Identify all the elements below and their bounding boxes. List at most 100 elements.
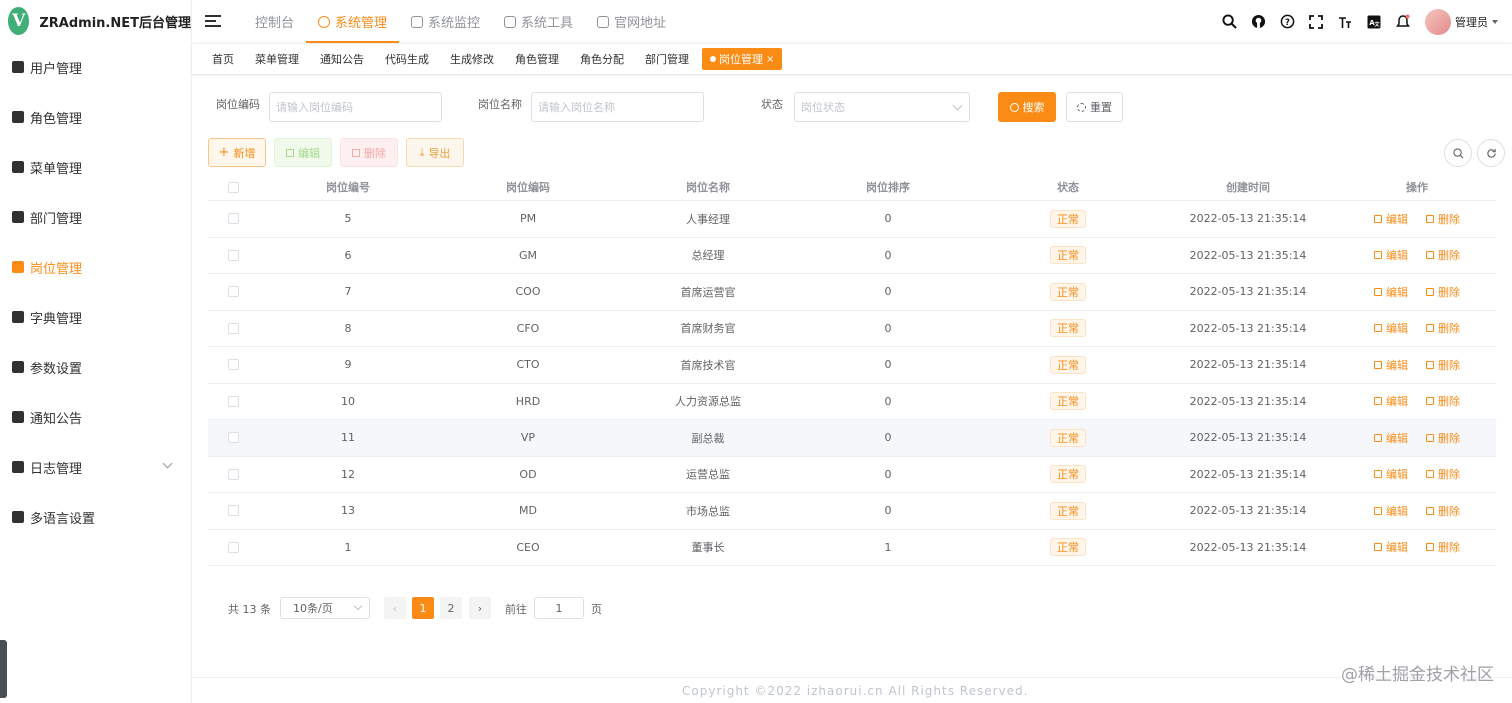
row-delete-button[interactable]: 删除 — [1426, 320, 1460, 336]
topnav-item-4[interactable]: 官网地址 — [585, 0, 678, 43]
tag-1[interactable]: 菜单管理 — [247, 48, 307, 70]
goto-page-input[interactable]: 1 — [534, 597, 584, 619]
reset-button[interactable]: 重置 — [1066, 92, 1123, 122]
status-select[interactable]: 岗位状态 — [794, 92, 970, 122]
table-row[interactable]: 10 HRD 人力资源总监 0 正常 2022-05-13 21:35:14 编辑 删除 — [208, 384, 1496, 420]
font-size-icon[interactable] — [1337, 14, 1353, 30]
table-row[interactable]: 1 CEO 董事长 1 正常 2022-05-13 21:35:14 编辑 删除 — [208, 530, 1496, 566]
topnav-item-1[interactable]: 系统管理 — [306, 0, 400, 43]
row-edit-button[interactable]: 编辑 — [1374, 393, 1408, 409]
tag-8[interactable]: 岗位管理 × — [702, 48, 783, 70]
row-delete-button[interactable]: 删除 — [1426, 430, 1460, 446]
row-delete-button[interactable]: 删除 — [1426, 357, 1460, 373]
prev-page-button[interactable]: ‹ — [384, 597, 406, 619]
row-edit-button[interactable]: 编辑 — [1374, 539, 1408, 555]
tag-6[interactable]: 角色分配 — [572, 48, 632, 70]
row-delete-button[interactable]: 删除 — [1426, 466, 1460, 482]
row-checkbox[interactable] — [227, 213, 239, 225]
row-checkbox[interactable] — [227, 432, 239, 444]
post-name-input[interactable]: 请输入岗位名称 — [531, 92, 704, 122]
page-2-button[interactable]: 2 — [440, 597, 462, 619]
row-delete-button[interactable]: 删除 — [1426, 393, 1460, 409]
page-size-select[interactable]: 10条/页 — [280, 597, 370, 619]
table-row[interactable]: 5 PM 人事经理 0 正常 2022-05-13 21:35:14 编辑 删除 — [208, 201, 1496, 238]
export-button[interactable]: ⤓ 导出 — [406, 138, 464, 167]
row-delete-button[interactable]: 删除 — [1426, 503, 1460, 519]
row-edit-button[interactable]: 编辑 — [1374, 284, 1408, 300]
tag-2[interactable]: 通知公告 — [312, 48, 372, 70]
sidebar-item-6[interactable]: 参数设置 — [0, 342, 191, 392]
sidebar-item-2[interactable]: 菜单管理 — [0, 142, 191, 192]
toggle-search-button[interactable] — [1444, 139, 1472, 167]
row-edit-button[interactable]: 编辑 — [1374, 357, 1408, 373]
row-edit-button[interactable]: 编辑 — [1374, 320, 1408, 336]
tag-4[interactable]: 生成修改 — [442, 48, 502, 70]
language-icon[interactable]: A文 — [1366, 14, 1382, 30]
table-row[interactable]: 11 VP 副总裁 0 正常 2022-05-13 21:35:14 编辑 删除 — [208, 420, 1496, 457]
row-edit-button[interactable]: 编辑 — [1374, 503, 1408, 519]
header-post-sort[interactable]: 岗位排序 — [798, 174, 978, 200]
header-post-id[interactable]: 岗位编号 — [258, 174, 438, 200]
sidebar-item-5[interactable]: 字典管理 — [0, 292, 191, 342]
search-button[interactable]: 搜索 — [998, 92, 1056, 122]
table-row[interactable]: 12 OD 运营总监 0 正常 2022-05-13 21:35:14 编辑 删除 — [208, 457, 1496, 493]
header-status[interactable]: 状态 — [978, 174, 1158, 200]
tag-3[interactable]: 代码生成 — [377, 48, 437, 70]
row-delete-button[interactable]: 删除 — [1426, 539, 1460, 555]
row-checkbox[interactable] — [227, 505, 239, 517]
row-edit-button[interactable]: 编辑 — [1374, 466, 1408, 482]
row-checkbox[interactable] — [227, 359, 239, 371]
header-post-code[interactable]: 岗位编码 — [438, 174, 618, 200]
fullscreen-icon[interactable] — [1308, 14, 1324, 30]
topnav-item-0[interactable]: 控制台 — [243, 0, 306, 43]
avatar[interactable] — [1425, 8, 1451, 35]
bell-icon[interactable] — [1395, 14, 1411, 30]
sidebar-item-0[interactable]: 用户管理 — [0, 42, 191, 92]
delete-button[interactable]: 删除 — [340, 138, 398, 167]
row-checkbox[interactable] — [227, 468, 239, 480]
sidebar-item-8[interactable]: 日志管理 — [0, 442, 191, 492]
header-created-time[interactable]: 创建时间 — [1158, 174, 1338, 200]
row-edit-button[interactable]: 编辑 — [1374, 211, 1408, 227]
row-checkbox[interactable] — [227, 322, 239, 334]
refresh-table-button[interactable] — [1477, 139, 1505, 167]
row-delete-button[interactable]: 删除 — [1426, 284, 1460, 300]
post-code-input[interactable]: 请输入岗位编码 — [269, 92, 442, 122]
table-row[interactable]: 9 CTO 首席技术官 0 正常 2022-05-13 21:35:14 编辑 删除 — [208, 347, 1496, 384]
row-checkbox[interactable] — [227, 286, 239, 298]
sidebar-item-9[interactable]: 多语言设置 — [0, 492, 191, 542]
row-edit-button[interactable]: 编辑 — [1374, 430, 1408, 446]
row-checkbox[interactable] — [227, 541, 239, 553]
github-icon[interactable] — [1250, 14, 1266, 30]
tag-0[interactable]: 首页 — [204, 48, 242, 70]
row-edit-button[interactable]: 编辑 — [1374, 247, 1408, 263]
table-row[interactable]: 7 COO 首席运营官 0 正常 2022-05-13 21:35:14 编辑 删除 — [208, 274, 1496, 311]
tag-7[interactable]: 部门管理 — [637, 48, 697, 70]
edit-button[interactable]: 编辑 — [274, 138, 332, 167]
username[interactable]: 管理员 — [1455, 14, 1488, 30]
page-1-button[interactable]: 1 — [412, 597, 434, 619]
table-row[interactable]: 8 CFO 首席财务官 0 正常 2022-05-13 21:35:14 编辑 删除 — [208, 311, 1496, 347]
sidebar-item-7[interactable]: 通知公告 — [0, 392, 191, 442]
next-page-button[interactable]: › — [469, 597, 491, 619]
logo[interactable]: V ZRAdmin.NET后台管理 — [0, 0, 191, 42]
sidebar-item-1[interactable]: 角色管理 — [0, 92, 191, 142]
sidebar-drag-handle[interactable] — [0, 640, 7, 698]
row-checkbox[interactable] — [227, 249, 239, 261]
table-row[interactable]: 13 MD 市场总监 0 正常 2022-05-13 21:35:14 编辑 删除 — [208, 493, 1496, 530]
question-icon[interactable]: ? — [1279, 14, 1295, 30]
row-delete-button[interactable]: 删除 — [1426, 247, 1460, 263]
sidebar-item-4[interactable]: 岗位管理 — [0, 242, 191, 292]
header-post-name[interactable]: 岗位名称 — [618, 174, 798, 200]
tag-5[interactable]: 角色管理 — [507, 48, 567, 70]
row-checkbox[interactable] — [227, 395, 239, 407]
topnav-item-2[interactable]: 系统监控 — [399, 0, 492, 43]
row-delete-button[interactable]: 删除 — [1426, 211, 1460, 227]
topnav-item-3[interactable]: 系统工具 — [492, 0, 585, 43]
search-icon[interactable] — [1221, 14, 1237, 30]
close-icon[interactable]: × — [766, 54, 774, 65]
caret-down-icon[interactable] — [1492, 19, 1498, 24]
add-button[interactable]: + 新增 — [208, 138, 266, 167]
table-row[interactable]: 6 GM 总经理 0 正常 2022-05-13 21:35:14 编辑 删除 — [208, 238, 1496, 274]
sidebar-item-3[interactable]: 部门管理 — [0, 192, 191, 242]
